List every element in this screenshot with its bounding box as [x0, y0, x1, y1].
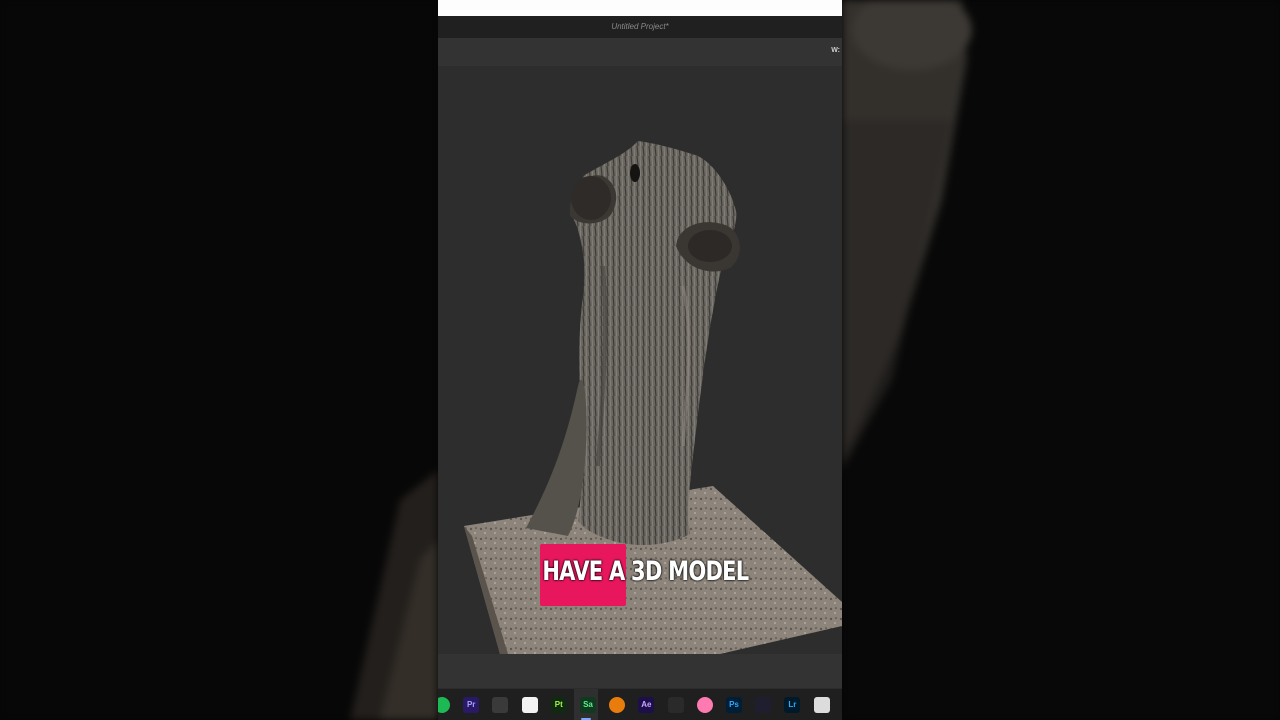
capcut-icon[interactable]: [521, 697, 538, 713]
subtitle-caption: HAVE A 3D MODEL: [540, 544, 807, 606]
top-white-strip: [438, 0, 842, 16]
substance-sampler-icon[interactable]: Sa: [580, 697, 596, 713]
spotify-icon[interactable]: [438, 697, 450, 713]
blender-icon[interactable]: [609, 697, 626, 713]
davinci-resolve-icon[interactable]: [492, 697, 509, 713]
background-left-blur: [0, 0, 438, 720]
app-window: Untitled Project* W: HAVE A 3D MODEL Pr …: [438, 0, 842, 720]
photos-icon[interactable]: [696, 697, 713, 713]
davinci-color-icon[interactable]: [755, 697, 772, 713]
premiere-pro-icon[interactable]: Pr: [463, 697, 480, 713]
substance-painter-icon[interactable]: Pt: [550, 697, 567, 713]
after-effects-icon[interactable]: Ae: [638, 697, 655, 713]
caption-text: HAVE A 3D MODEL: [540, 556, 749, 587]
windows-taskbar: Pr Pt Sa Ae Ps Lr: [438, 688, 842, 720]
toolbar-width-label: W:: [831, 47, 840, 54]
obs-icon[interactable]: [813, 697, 830, 713]
lightroom-icon[interactable]: Lr: [784, 697, 801, 713]
caption-rest-words: 3D MODEL: [624, 556, 749, 587]
window-title: Untitled Project*: [438, 16, 842, 39]
zbrush-icon[interactable]: [667, 697, 684, 713]
photoshop-icon[interactable]: Ps: [726, 697, 742, 713]
background-right-blur: [842, 0, 1280, 720]
toolbar: W:: [438, 38, 842, 66]
caption-highlight-word: HAVE A: [542, 556, 625, 587]
bottom-panel: [438, 654, 842, 688]
